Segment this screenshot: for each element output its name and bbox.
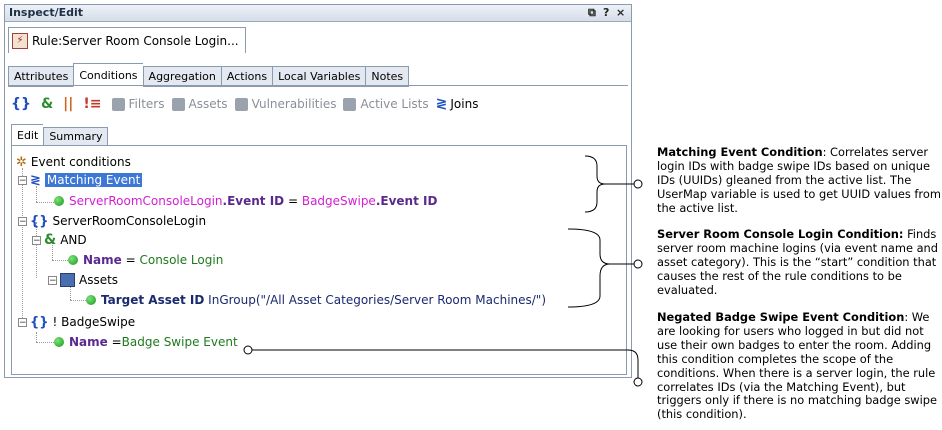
callout-matching-dot	[633, 179, 643, 189]
callout-negated-dot	[633, 377, 643, 387]
annotation-body: : We are looking for users who logged in…	[657, 310, 938, 422]
callout-negated-origin-dot	[243, 345, 253, 355]
annotation-title: Negated Badge Swipe Event Condition	[657, 310, 905, 324]
callout-negated-leader	[252, 349, 639, 378]
callout-matching-bracket-lower	[584, 183, 606, 213]
annotation-negated-badge: Negated Badge Swipe Event Condition: We …	[657, 310, 942, 422]
annotation-matching-event: Matching Event Condition: Correlates ser…	[657, 145, 942, 216]
callout-server-bracket-lower	[567, 263, 611, 308]
callout-server-dot	[633, 259, 643, 269]
annotation-title: Matching Event Condition	[657, 145, 823, 159]
callout-server-bracket	[567, 228, 634, 265]
callout-matching-bracket	[584, 155, 634, 185]
annotation-title: Server Room Console Login Condition:	[657, 227, 904, 241]
annotation-server-room: Server Room Console Login Condition: Fin…	[657, 227, 942, 298]
